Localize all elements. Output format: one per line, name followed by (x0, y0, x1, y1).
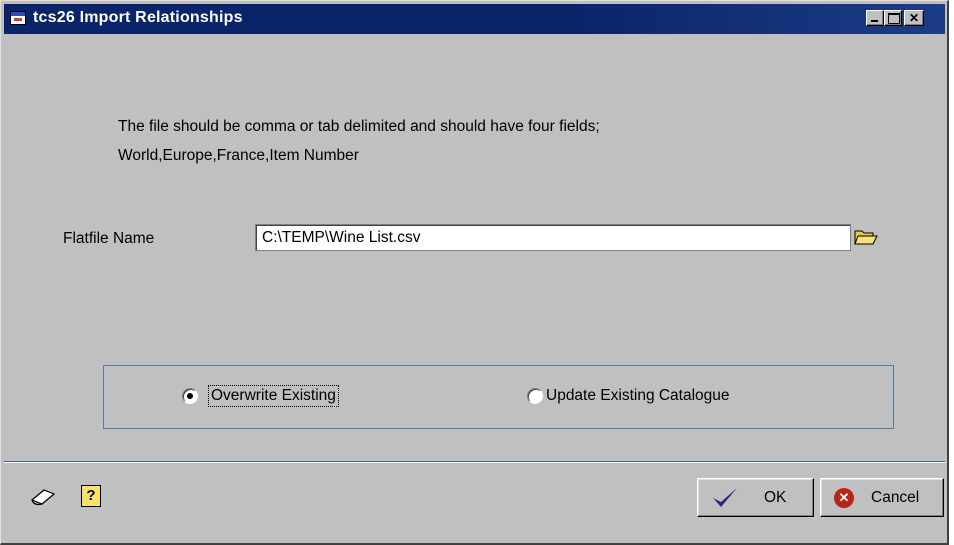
overwrite-existing-label[interactable]: Overwrite Existing (208, 385, 339, 407)
ok-button[interactable]: OK (697, 478, 814, 517)
footer-divider-highlight (4, 462, 945, 463)
minimize-button[interactable] (866, 10, 884, 26)
instruction-line-2: World,Europe,France,Item Number (118, 147, 359, 164)
help-icon[interactable]: ? (81, 485, 101, 507)
cancel-icon: ✕ (834, 488, 854, 508)
checkmark-icon (713, 488, 737, 507)
title-bar[interactable]: tcs26 Import Relationships ✕ (4, 4, 945, 34)
app-window-icon (10, 11, 26, 25)
import-mode-group: Overwrite Existing Update Existing Catal… (103, 365, 894, 429)
window-title: tcs26 Import Relationships (33, 9, 243, 26)
note-icon[interactable] (30, 486, 56, 508)
maximize-button[interactable] (884, 10, 902, 26)
flatfile-input[interactable] (255, 224, 851, 251)
dialog-window: tcs26 Import Relationships ✕ The file sh… (0, 0, 949, 545)
instruction-line-1: The file should be comma or tab delimite… (118, 118, 600, 135)
ok-button-label: OK (764, 489, 787, 506)
flatfile-label: Flatfile Name (63, 230, 155, 247)
cancel-button-label: Cancel (871, 489, 920, 506)
close-button[interactable]: ✕ (904, 10, 924, 26)
update-existing-catalogue-radio[interactable] (527, 388, 543, 404)
folder-icon[interactable] (854, 227, 878, 247)
cancel-button[interactable]: ✕ Cancel (820, 478, 944, 517)
overwrite-existing-radio[interactable] (182, 388, 198, 404)
update-existing-catalogue-label[interactable]: Update Existing Catalogue (546, 387, 730, 405)
